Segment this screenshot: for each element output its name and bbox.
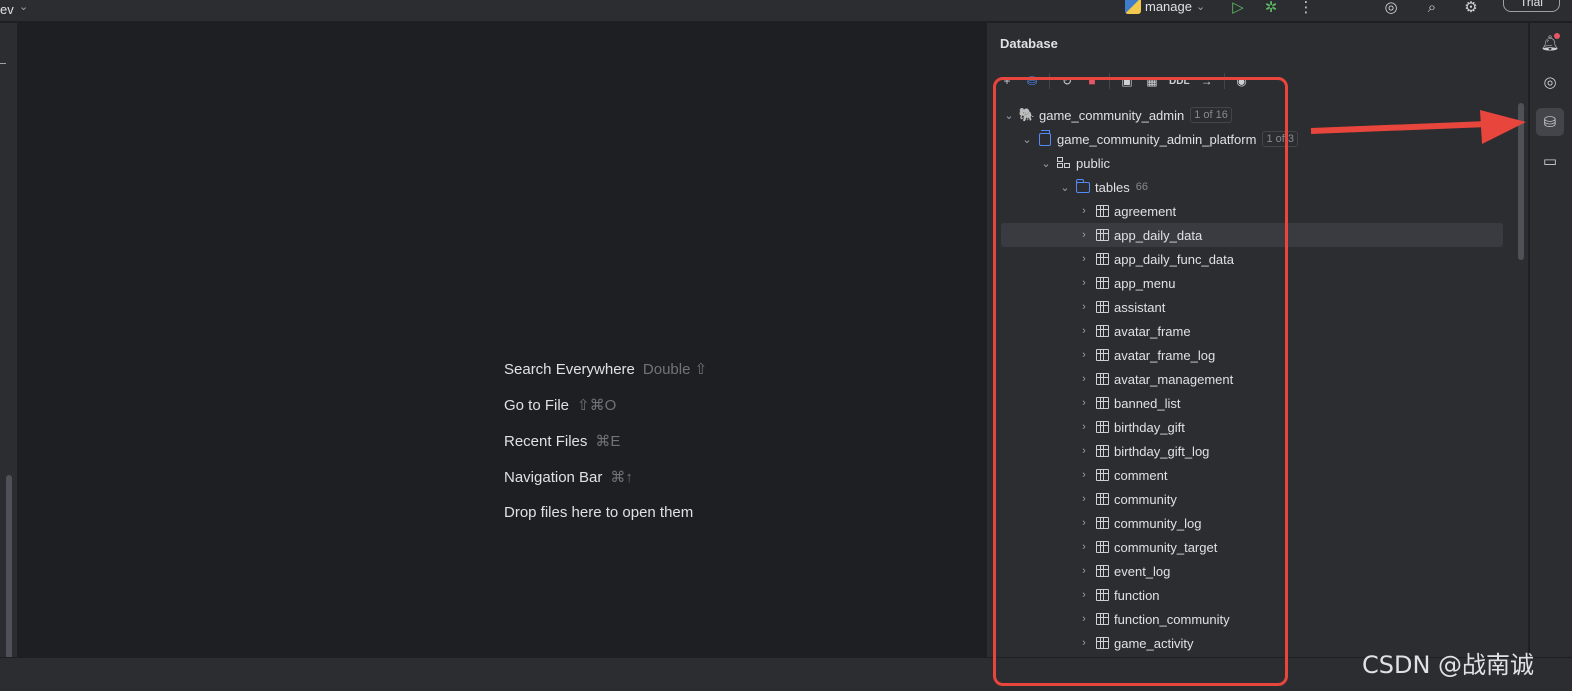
watermark: CSDN @战南诚 <box>1362 651 1535 679</box>
hint-search-everywhere: Search Everywhere Double ⇧ <box>504 360 707 378</box>
chevron-down-icon: ⌄ <box>1195 0 1206 13</box>
main-toolbar: ev ⌄ manage ⌄ ▷ ✲ ⋮ ◎ ⌕ ⚙ Trial <box>0 0 1572 22</box>
project-name-fragment[interactable]: ev <box>0 2 14 17</box>
hint-label: Go to File <box>504 397 570 414</box>
hint-shortcut: ⌘E <box>595 433 621 450</box>
run-icon[interactable]: ▷ <box>1228 0 1248 17</box>
status-bar <box>0 657 1572 691</box>
scrollbar[interactable] <box>6 475 12 671</box>
more-icon[interactable]: ⋮ <box>1296 0 1316 17</box>
python-icon <box>1125 0 1141 14</box>
annotation-highlight-box <box>993 77 1288 686</box>
hint-drop-files: Drop files here to open them <box>504 504 693 521</box>
hint-recent-files: Recent Files ⌘E <box>504 432 620 450</box>
notifications-icon[interactable]: 🔔︎ <box>1536 29 1564 57</box>
hint-shortcut: Double ⇧ <box>642 361 708 378</box>
editor-area[interactable]: Search Everywhere Double ⇧ Go to File ⇧⌘O … <box>19 23 985 657</box>
hint-go-to-file: Go to File ⇧⌘O <box>504 396 616 414</box>
annotation-arrow-head <box>1480 110 1526 144</box>
settings-icon[interactable]: ⚙ <box>1461 0 1481 17</box>
database-icon[interactable]: ⛁ <box>1536 108 1564 136</box>
right-tool-strip: 🔔︎ ◎ ⛁ ▭ <box>1529 23 1572 657</box>
hint-shortcut: ⌘↑ <box>610 469 633 486</box>
search-icon[interactable]: ⌕ <box>1422 0 1442 17</box>
annotation-arrow <box>1310 110 1526 144</box>
run-config-label: manage <box>1145 0 1192 14</box>
notification-badge <box>1554 33 1560 39</box>
left-tool-strip <box>0 23 18 671</box>
hint-shortcut: ⇧⌘O <box>577 397 617 414</box>
debug-icon[interactable]: ✲ <box>1261 0 1281 17</box>
services-icon[interactable]: ▭ <box>1536 147 1564 175</box>
chevron-down-icon[interactable]: ⌄ <box>19 0 28 13</box>
hint-label: Drop files here to open them <box>504 504 694 521</box>
hint-navigation-bar: Navigation Bar ⌘↑ <box>504 468 633 486</box>
panel-title: Database <box>1000 36 1058 51</box>
hint-label: Navigation Bar <box>504 469 603 486</box>
hint-label: Search Everywhere <box>504 361 635 378</box>
annotation-arrow-shaft <box>1310 121 1489 134</box>
trial-button[interactable]: Trial <box>1503 0 1560 12</box>
run-configuration-selector[interactable]: manage ⌄ <box>1125 0 1205 14</box>
divider <box>0 63 6 64</box>
ai-assistant-icon[interactable]: ◎ <box>1381 0 1401 17</box>
hint-label: Recent Files <box>504 433 588 450</box>
ai-chat-icon[interactable]: ◎ <box>1536 68 1564 96</box>
